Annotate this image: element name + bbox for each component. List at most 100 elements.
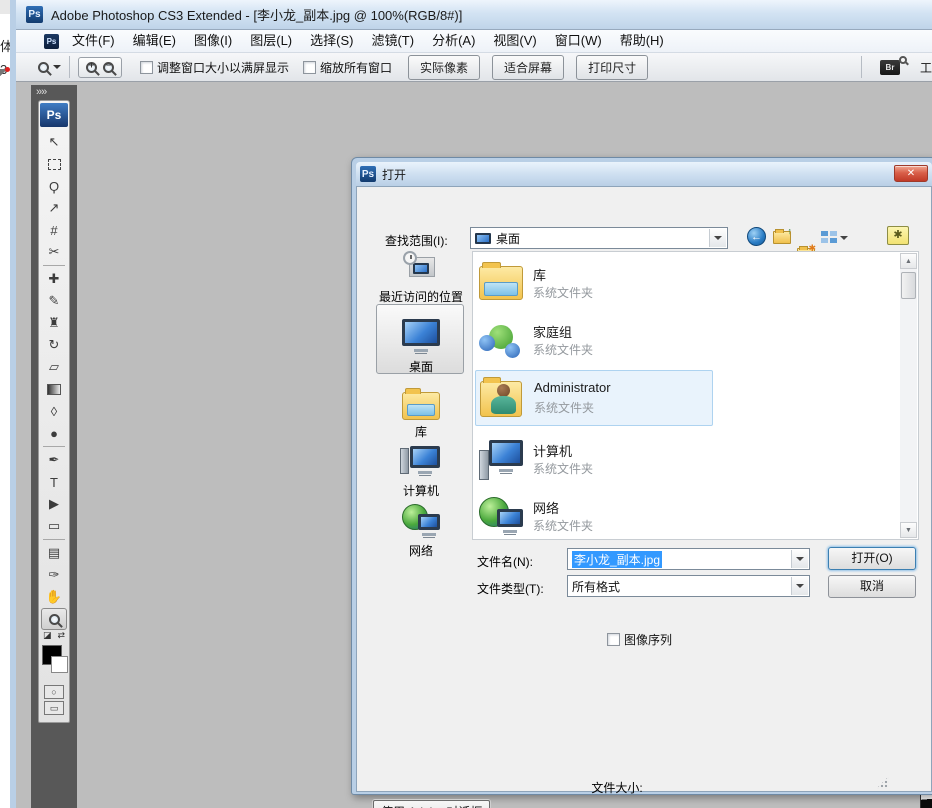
computer-icon bbox=[479, 438, 525, 482]
list-item-libraries[interactable]: 库 系统文件夹 bbox=[475, 256, 713, 312]
close-button[interactable]: ✕ bbox=[894, 165, 928, 182]
screen-mode-button[interactable]: ▭ bbox=[44, 701, 64, 715]
scroll-up-button[interactable]: ▲ bbox=[900, 253, 917, 269]
magic-wand-tool[interactable]: ↗ bbox=[39, 197, 69, 219]
brush-tool[interactable]: ✎ bbox=[39, 290, 69, 312]
window-title: Adobe Photoshop CS3 Extended - [李小龙_副本.j… bbox=[51, 5, 462, 24]
chevron-down-icon bbox=[840, 236, 848, 240]
back-button[interactable]: ← bbox=[747, 227, 766, 246]
place-desktop[interactable]: 桌面 bbox=[371, 313, 471, 375]
scrollbar[interactable]: ▲ ▼ bbox=[900, 253, 917, 538]
zoom-all-windows-checkbox[interactable] bbox=[303, 61, 316, 74]
zoom-in-icon[interactable]: + bbox=[86, 62, 97, 73]
dialog-title-bar[interactable]: Ps 打开 ✕ bbox=[356, 162, 932, 186]
dropdown-button[interactable] bbox=[791, 550, 808, 568]
image-sequence-checkbox[interactable] bbox=[607, 633, 620, 646]
menu-select[interactable]: 选择(S) bbox=[301, 30, 362, 52]
place-computer[interactable]: 计算机 bbox=[371, 444, 471, 499]
menu-layer[interactable]: 图层(L) bbox=[241, 30, 301, 52]
menu-help[interactable]: 帮助(H) bbox=[611, 30, 673, 52]
background-color-swatch[interactable] bbox=[51, 656, 68, 673]
zoom-tool[interactable] bbox=[41, 608, 67, 630]
default-colors-icon[interactable]: ◪ bbox=[43, 630, 52, 641]
color-swatches bbox=[39, 643, 69, 683]
print-size-button[interactable]: 打印尺寸 bbox=[576, 55, 648, 80]
list-item-network[interactable]: 网络 系统文件夹 bbox=[475, 489, 713, 545]
open-button[interactable]: 打开(O) bbox=[828, 547, 916, 570]
place-recent[interactable]: 最近访问的位置 bbox=[371, 251, 471, 305]
desktop-icon bbox=[402, 319, 440, 346]
lasso-tool[interactable]: Ϙ bbox=[39, 175, 69, 197]
separator bbox=[43, 539, 65, 540]
filename-label: 文件名(N): bbox=[477, 553, 533, 570]
crop-tool[interactable]: # bbox=[39, 219, 69, 241]
ps-logo-icon[interactable]: Ps bbox=[40, 103, 68, 127]
favorites-folder-button[interactable]: ✱ bbox=[887, 226, 909, 245]
hand-tool[interactable]: ✋ bbox=[39, 586, 69, 608]
collapse-panel-icon[interactable]: »» bbox=[31, 85, 77, 100]
look-in-combobox[interactable]: 桌面 bbox=[470, 227, 728, 249]
photoshop-window: Ps Adobe Photoshop CS3 Extended - [李小龙_副… bbox=[10, 0, 932, 808]
views-menu-button[interactable] bbox=[821, 227, 848, 244]
filetype-combobox[interactable]: 所有格式 bbox=[567, 575, 810, 597]
swap-colors-row[interactable]: ◪ ⇄ bbox=[39, 630, 69, 641]
use-adobe-dialog-button[interactable]: 使用 Adobe 对话框 bbox=[373, 800, 490, 808]
bridge-icon[interactable]: Br bbox=[880, 60, 900, 75]
clone-stamp-tool[interactable]: ♜ bbox=[39, 312, 69, 334]
zoom-all-windows-label: 缩放所有窗口 bbox=[320, 59, 392, 76]
blur-tool[interactable]: ◊ bbox=[39, 400, 69, 422]
zoom-out-icon[interactable]: − bbox=[103, 62, 114, 73]
zoom-tool-preset[interactable] bbox=[38, 62, 61, 73]
menu-image[interactable]: 图像(I) bbox=[185, 30, 241, 52]
slice-tool[interactable]: ✂ bbox=[39, 241, 69, 263]
fit-screen-button[interactable]: 适合屏幕 bbox=[492, 55, 564, 80]
marquee-tool[interactable] bbox=[39, 153, 69, 175]
actual-pixels-button[interactable]: 实际像素 bbox=[408, 55, 480, 80]
menu-filter[interactable]: 滤镜(T) bbox=[362, 30, 423, 52]
menu-edit[interactable]: 编辑(E) bbox=[124, 30, 185, 52]
quick-mask-button[interactable]: ○ bbox=[44, 685, 64, 699]
swap-colors-icon[interactable]: ⇄ bbox=[57, 630, 65, 641]
resize-grip[interactable] bbox=[876, 776, 889, 789]
scrollbar-thumb[interactable] bbox=[901, 272, 916, 299]
eraser-tool[interactable]: ▱ bbox=[39, 356, 69, 378]
filetype-value: 所有格式 bbox=[572, 578, 620, 595]
cancel-button[interactable]: 取消 bbox=[828, 575, 916, 598]
up-one-level-button[interactable]: ↑ bbox=[773, 231, 791, 244]
list-item-homegroup[interactable]: 家庭组 系统文件夹 bbox=[475, 313, 713, 369]
image-sequence-label: 图像序列 bbox=[624, 631, 672, 648]
photoshop-app-icon: Ps bbox=[360, 166, 376, 182]
healing-brush-tool[interactable]: ✚ bbox=[39, 268, 69, 290]
gradient-tool[interactable] bbox=[39, 378, 69, 400]
scroll-down-button[interactable]: ▼ bbox=[900, 522, 917, 538]
resize-windows-checkbox[interactable] bbox=[140, 61, 153, 74]
shape-tool[interactable]: ▭ bbox=[39, 515, 69, 537]
menu-window[interactable]: 窗口(W) bbox=[546, 30, 611, 52]
dialog-title: 打开 bbox=[382, 166, 406, 183]
history-brush-tool[interactable]: ↻ bbox=[39, 334, 69, 356]
look-in-value: 桌面 bbox=[496, 230, 520, 247]
move-tool[interactable]: ↖ bbox=[39, 131, 69, 153]
type-tool[interactable]: T bbox=[39, 471, 69, 493]
zoom-in-out-group: + − bbox=[78, 57, 122, 78]
filename-combobox[interactable]: 李小龙_副本.jpg bbox=[567, 548, 810, 570]
dropdown-button[interactable] bbox=[791, 577, 808, 595]
list-item-administrator[interactable]: Administrator 系统文件夹 bbox=[475, 370, 713, 426]
dodge-tool[interactable]: ● bbox=[39, 422, 69, 444]
gradient-icon bbox=[47, 384, 61, 395]
pen-tool[interactable]: ✒ bbox=[39, 449, 69, 471]
list-item-computer[interactable]: 计算机 系统文件夹 bbox=[475, 432, 713, 488]
libraries-icon bbox=[402, 392, 440, 420]
place-network[interactable]: 网络 bbox=[371, 504, 471, 559]
place-libraries[interactable]: 库 bbox=[371, 387, 471, 440]
homegroup-icon bbox=[479, 319, 525, 363]
tools-panel: »» Ps ↖ Ϙ ↗ # ✂ ✚ ✎ ♜ ↻ ▱ ◊ ● ✒ T bbox=[31, 85, 77, 808]
workspace-label-partial: 工 bbox=[920, 59, 932, 76]
menu-analysis[interactable]: 分析(A) bbox=[423, 30, 484, 52]
path-select-tool[interactable]: ▶ bbox=[39, 493, 69, 515]
dropdown-button[interactable] bbox=[709, 229, 726, 247]
menu-view[interactable]: 视图(V) bbox=[484, 30, 545, 52]
eyedropper-tool[interactable]: ✑ bbox=[39, 564, 69, 586]
menu-file[interactable]: 文件(F) bbox=[63, 30, 124, 52]
notes-tool[interactable]: ▤ bbox=[39, 542, 69, 564]
